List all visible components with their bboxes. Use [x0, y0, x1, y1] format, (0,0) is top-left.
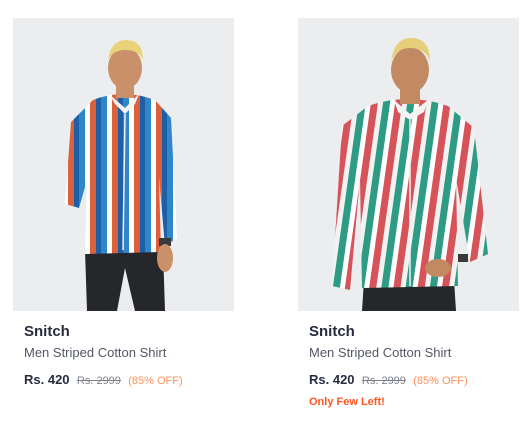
- product-title: Men Striped Cotton Shirt: [24, 345, 167, 360]
- model-shirt-illustration: [298, 18, 519, 311]
- product-image[interactable]: [13, 18, 234, 311]
- product-price: Rs. 420: [24, 372, 70, 387]
- product-title: Men Striped Cotton Shirt: [309, 345, 452, 360]
- product-brand: Snitch: [309, 323, 355, 340]
- price-row: Rs. 420 Rs. 2999 (85% OFF): [24, 372, 234, 387]
- model-shirt-illustration: [13, 18, 234, 311]
- product-discount: (85% OFF): [128, 375, 183, 387]
- stock-urgency-label: Only Few Left!: [309, 396, 385, 408]
- product-discount: (85% OFF): [413, 375, 468, 387]
- product-price: Rs. 420: [309, 372, 355, 387]
- product-image[interactable]: [298, 18, 519, 311]
- product-mrp: Rs. 2999: [361, 375, 406, 387]
- product-card[interactable]: Snitch Men Striped Cotton Shirt Rs. 420 …: [13, 18, 234, 387]
- product-mrp: Rs. 2999: [76, 375, 121, 387]
- product-brand: Snitch: [24, 323, 70, 340]
- product-card[interactable]: Snitch Men Striped Cotton Shirt Rs. 420 …: [298, 18, 519, 409]
- price-row: Rs. 420 Rs. 2999 (85% OFF): [309, 372, 519, 387]
